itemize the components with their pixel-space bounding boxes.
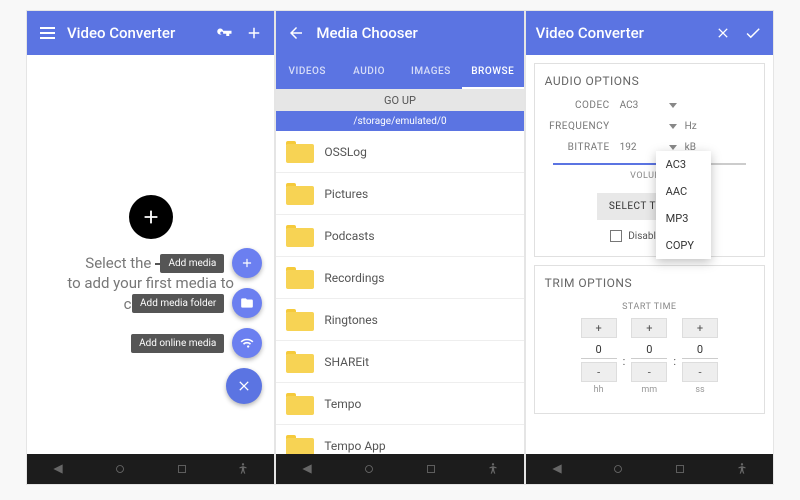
fab-add-media[interactable]: [232, 248, 262, 278]
nav-back-icon[interactable]: [51, 462, 65, 476]
volume-label: VOLUME: [545, 171, 754, 181]
tab-images[interactable]: IMAGES: [400, 55, 462, 89]
codec-option[interactable]: MP3: [656, 205, 711, 232]
fab-close[interactable]: [226, 368, 262, 404]
time-dec-button[interactable]: -: [581, 362, 617, 382]
nav-accessibility-icon[interactable]: [236, 462, 250, 476]
time-ss[interactable]: 0: [682, 341, 718, 359]
folder-icon: [286, 267, 314, 289]
frequency-row[interactable]: FREQUENCY Hz: [545, 121, 754, 132]
time-hh[interactable]: 0: [581, 341, 617, 359]
folder-row[interactable]: Recordings: [276, 257, 523, 299]
nav-home-icon[interactable]: [611, 462, 625, 476]
bitrate-row[interactable]: BITRATE 192 kB: [545, 142, 754, 153]
pane-options: Video Converter AUDIO OPTIONS CODEC AC3 …: [525, 10, 774, 485]
codec-option[interactable]: AAC: [656, 178, 711, 205]
media-tabs: VIDEOS AUDIO IMAGES BROWSE: [276, 55, 523, 89]
empty-state: Select the button to add your first medi…: [27, 55, 274, 454]
android-navbar: [27, 454, 274, 484]
nav-recent-icon[interactable]: [175, 462, 189, 476]
nav-accessibility-icon[interactable]: [735, 462, 749, 476]
app-title: Video Converter: [67, 24, 204, 42]
nav-back-icon[interactable]: [550, 462, 564, 476]
codec-option[interactable]: AC3: [656, 151, 711, 178]
pane-browser: Media Chooser VIDEOS AUDIO IMAGES BROWSE…: [275, 10, 524, 485]
folder-row[interactable]: Tempo: [276, 383, 523, 425]
key-icon[interactable]: [214, 23, 234, 43]
folder-icon: [286, 435, 314, 455]
tab-audio[interactable]: AUDIO: [338, 55, 400, 89]
folder-row[interactable]: SHAREit: [276, 341, 523, 383]
chevron-down-icon: [669, 145, 677, 150]
folder-row[interactable]: Ringtones: [276, 299, 523, 341]
folder-icon: [286, 225, 314, 247]
codec-option[interactable]: COPY: [656, 232, 711, 259]
pane-home: Video Converter Select the button to add…: [26, 10, 275, 485]
folder-list: OSSLog Pictures Podcasts Recordings Ring…: [276, 131, 523, 454]
time-dec-button[interactable]: -: [631, 362, 667, 382]
tab-videos[interactable]: VIDEOS: [276, 55, 338, 89]
volume-slider[interactable]: [553, 163, 746, 165]
audio-options-card: AUDIO OPTIONS CODEC AC3 FREQUENCY Hz BIT…: [534, 63, 765, 257]
trim-card-title: TRIM OPTIONS: [545, 276, 754, 290]
folder-row[interactable]: Pictures: [276, 173, 523, 215]
chevron-down-icon: [669, 103, 677, 108]
trim-options-card: TRIM OPTIONS START TIME + 0 - hh : + 0 -…: [534, 265, 765, 414]
big-add-button[interactable]: [129, 195, 173, 239]
time-inc-button[interactable]: +: [581, 318, 617, 338]
time-inc-button[interactable]: +: [682, 318, 718, 338]
fab-label-media: Add media: [160, 254, 224, 273]
time-inc-button[interactable]: +: [631, 318, 667, 338]
nav-recent-icon[interactable]: [673, 462, 687, 476]
appbar-browser: Media Chooser: [276, 11, 523, 55]
fab-label-folder: Add media folder: [132, 294, 224, 313]
folder-row[interactable]: Podcasts: [276, 215, 523, 257]
nav-recent-icon[interactable]: [424, 462, 438, 476]
appbar-home: Video Converter: [27, 11, 274, 55]
android-navbar: [526, 454, 773, 484]
add-icon[interactable]: [244, 23, 264, 43]
codec-dropdown: AC3 AAC MP3 COPY: [656, 151, 711, 259]
go-up-button[interactable]: GO UP: [276, 89, 523, 111]
close-icon[interactable]: [713, 23, 733, 43]
nav-home-icon[interactable]: [113, 462, 127, 476]
disable-audio-checkbox[interactable]: Disable audio: [545, 230, 754, 242]
audio-card-title: AUDIO OPTIONS: [545, 74, 754, 88]
fab-stack: Add media Add media folder Add online me…: [131, 248, 262, 404]
folder-icon: [286, 309, 314, 331]
chevron-down-icon: [669, 124, 677, 129]
nav-home-icon[interactable]: [362, 462, 376, 476]
folder-row[interactable]: Tempo App: [276, 425, 523, 454]
codec-row[interactable]: CODEC AC3: [545, 100, 754, 111]
options-title: Video Converter: [536, 24, 703, 42]
time-mm[interactable]: 0: [631, 341, 667, 359]
time-dec-button[interactable]: -: [682, 362, 718, 382]
fab-add-online[interactable]: [232, 328, 262, 358]
check-icon[interactable]: [743, 23, 763, 43]
folder-row[interactable]: OSSLog: [276, 131, 523, 173]
folder-icon: [286, 141, 314, 163]
time-picker: + 0 - hh : + 0 - mm : + 0 - ss: [545, 318, 754, 395]
back-icon[interactable]: [286, 23, 306, 43]
folder-icon: [286, 351, 314, 373]
browser-title: Media Chooser: [316, 24, 513, 42]
folder-icon: [286, 183, 314, 205]
nav-accessibility-icon[interactable]: [486, 462, 500, 476]
nav-back-icon[interactable]: [300, 462, 314, 476]
path-bar[interactable]: /storage/emulated/0: [276, 111, 523, 131]
appbar-options: Video Converter: [526, 11, 773, 55]
android-navbar: [276, 454, 523, 484]
tab-browse[interactable]: BROWSE: [462, 55, 524, 89]
fab-add-folder[interactable]: [232, 288, 262, 318]
checkbox-icon: [610, 230, 622, 242]
folder-icon: [286, 393, 314, 415]
start-time-label: START TIME: [545, 302, 754, 312]
menu-icon[interactable]: [37, 23, 57, 43]
fab-label-online: Add online media: [131, 334, 224, 353]
